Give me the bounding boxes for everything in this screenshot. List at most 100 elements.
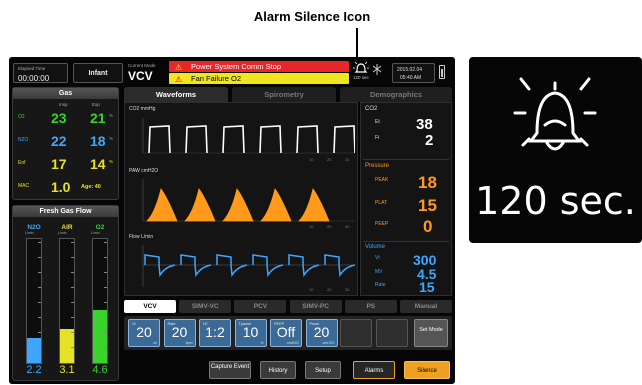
mode-tab-manual[interactable]: Manual	[400, 300, 452, 313]
history-button[interactable]: History	[260, 361, 296, 379]
meter-tick	[104, 332, 107, 333]
gas-o2-insp: 23	[51, 110, 67, 126]
meter-tick	[71, 347, 74, 348]
setting-value: 20	[136, 324, 152, 340]
patient-type-box[interactable]: Infant	[73, 63, 123, 83]
empty-setting-slot	[340, 319, 372, 347]
meter-tick	[104, 257, 107, 258]
mode-tab-vcv[interactable]: VCV	[124, 300, 176, 313]
tab-waveforms[interactable]: Waveforms	[124, 87, 228, 102]
axis-tick: 30	[345, 224, 350, 229]
fi-label: Fi	[375, 135, 380, 141]
meter-tick	[38, 287, 41, 288]
mode-tab-ps[interactable]: PS	[344, 300, 397, 313]
fi-co2-value: 2	[425, 132, 434, 149]
rate-value: 15	[419, 279, 435, 295]
meter-tick	[71, 317, 74, 318]
datetime-box[interactable]: 2015.02.04 05:40 AM	[392, 63, 435, 83]
co2-breath	[148, 125, 171, 154]
co2-waveform-label: CO2 mmHg	[129, 106, 156, 112]
setting-unit: ml	[153, 341, 157, 345]
setup-button[interactable]: Setup	[305, 361, 341, 379]
flow-meter-value: 3.1	[59, 364, 75, 376]
gas-panel-title: Gas	[13, 88, 118, 99]
gas-exp-header: Exp	[92, 102, 100, 107]
mode-tab-pcv[interactable]: PCV	[234, 300, 287, 313]
rate-label: Rate	[375, 282, 386, 288]
gas-enf-exp: 14	[90, 156, 106, 172]
meter-tick	[104, 242, 107, 243]
gas-enf-label: Enf	[18, 160, 26, 166]
setting-unit: %	[260, 341, 264, 345]
waveform-panel: CO2 mmHg 10 20 30 PAW cmH2O 10 20 30 Flo…	[124, 102, 358, 296]
alarms-button[interactable]: Alarms	[353, 361, 395, 379]
et-label: Et	[375, 119, 380, 125]
setting-vt[interactable]: Vt 20 ml	[128, 319, 160, 347]
setting-peep[interactable]: PEEP Off cmH2O	[270, 319, 302, 347]
current-mode: VCV	[128, 69, 153, 83]
tab-spirometry[interactable]: Spirometry	[232, 87, 336, 102]
paw-breath	[184, 188, 216, 222]
co2-breath	[259, 125, 282, 154]
settings-bar: Vt 20 ml Rate 20 bpm I:E 1:2 Tpause 10 %…	[124, 316, 452, 350]
alarm-medium[interactable]: ⚠ Fan Failure O2	[169, 73, 349, 84]
flow-meter-value: 4.6	[92, 364, 108, 376]
alarm-silence-zoom: 120 sec.	[469, 57, 642, 243]
set-mode-button[interactable]: Set Mode	[414, 319, 448, 347]
elapsed-time-label: Elapsed Time	[18, 66, 46, 71]
paw-breath	[298, 188, 330, 222]
axis-tick: 20	[327, 224, 332, 229]
flow-meter-unit: L/min	[58, 231, 67, 235]
axis-tick: 10	[309, 157, 314, 162]
gas-enf-insp: 17	[51, 156, 67, 172]
axis-tick: 20	[327, 157, 332, 162]
elapsed-time-box[interactable]: Elapsed Time 00:00:00	[13, 63, 68, 83]
gas-n2o-exp: 18	[90, 133, 106, 149]
meter-tick	[71, 257, 74, 258]
mode-tab-simv-vc[interactable]: SIMV-VC	[179, 300, 232, 313]
meter-tick	[71, 272, 74, 273]
silence-countdown: 120 sec	[353, 75, 369, 80]
meter-tick	[38, 257, 41, 258]
flow-meter-name: AIR	[61, 224, 73, 231]
meter-tick	[38, 317, 41, 318]
setting-ie[interactable]: I:E 1:2	[199, 319, 231, 347]
bell-silence-icon	[353, 61, 369, 73]
setting-pmax[interactable]: Pmax 20 cmH2O	[305, 319, 338, 347]
axis-tick: 10	[309, 224, 314, 229]
elapsed-time-value: 00:00:00	[18, 74, 50, 83]
flow-waveform: 10 20 30	[142, 245, 355, 292]
readings-panel: CO2 Et 38 Fi 2 Pressure PEAK 18 PLAT 15 …	[360, 102, 452, 296]
meter-tick	[71, 302, 74, 303]
silence-button[interactable]: Silence	[404, 361, 450, 379]
co2-breath	[222, 125, 245, 154]
alarm-high[interactable]: ⚠ Power System Comm Stop	[169, 61, 349, 72]
flow-meter-name: N2O	[27, 224, 41, 231]
setting-tpause[interactable]: Tpause 10 %	[234, 319, 267, 347]
gas-n2o-insp: 22	[51, 133, 67, 149]
fresh-gas-flow-title: Fresh Gas Flow	[13, 206, 118, 217]
alarm-silence-indicator[interactable]: 120 sec	[352, 60, 370, 82]
setting-rate[interactable]: Rate 20 bpm	[163, 319, 196, 347]
paw-breath	[222, 188, 254, 222]
flow-meter-name: O2	[95, 224, 105, 231]
battery-icon	[439, 65, 445, 79]
setting-value: Off	[276, 324, 296, 340]
co2-title: CO2	[365, 106, 378, 112]
setting-unit: cmH2O	[287, 341, 299, 345]
setting-value: 1:2	[205, 324, 225, 340]
mode-tab-simv-pc[interactable]: SIMV-PC	[289, 300, 342, 313]
setting-unit: cmH2O	[322, 341, 335, 345]
co2-waveform: 10 20 30	[142, 118, 355, 162]
gas-o2-label: O2	[18, 114, 25, 120]
co2-breath	[333, 125, 355, 154]
capture-event-button[interactable]: Capture Event	[209, 361, 251, 379]
peep-label: PEEP	[375, 221, 389, 227]
tab-demographics[interactable]: Demographics	[340, 87, 452, 102]
patient-type: Infant	[88, 70, 108, 77]
ventilator-screen: Elapsed Time 00:00:00 Infant Current Mod…	[9, 57, 455, 384]
vt-label: Vt	[375, 255, 380, 261]
plat-pressure-value: 15	[418, 196, 437, 215]
flow-meter-fill	[60, 329, 74, 363]
meter-tick	[71, 242, 74, 243]
